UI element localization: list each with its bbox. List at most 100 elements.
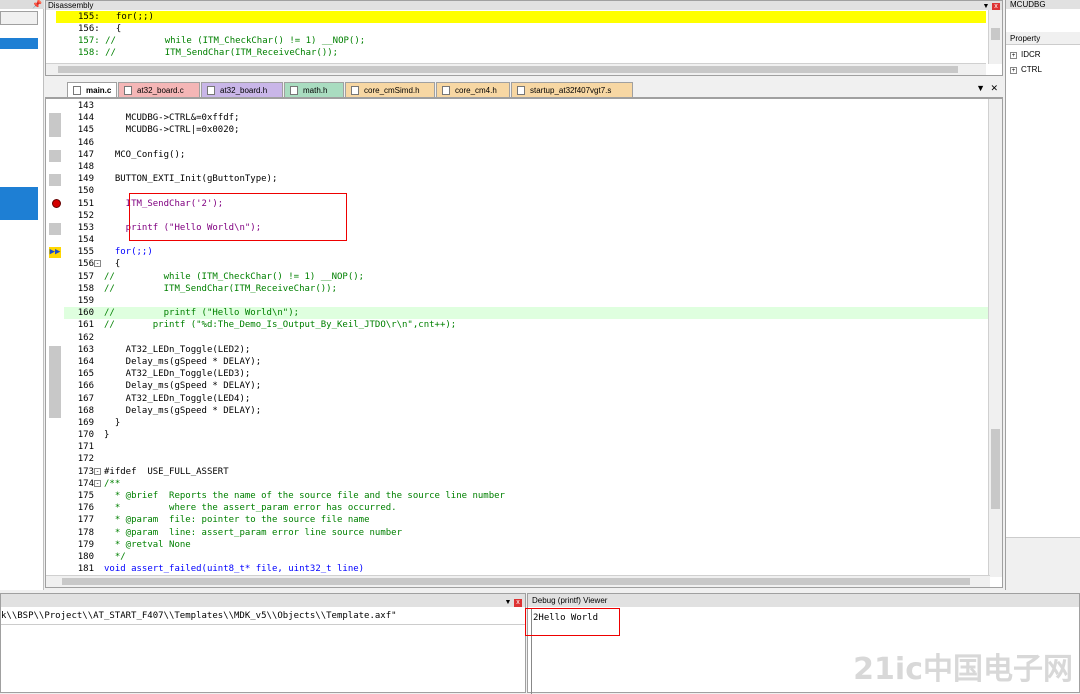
code-text: */	[104, 551, 126, 562]
project-selected-item[interactable]	[0, 38, 38, 49]
code-line[interactable]: 157 // while (ITM_CheckChar() != 1) __NOP…	[64, 271, 989, 283]
code-text: AT32_LEDn_Toggle(LED4);	[104, 393, 251, 404]
expand-icon[interactable]: +	[1010, 67, 1017, 74]
tab-main-c[interactable]: main.c	[67, 82, 117, 97]
watermark-logo: 21ic中国电子网	[853, 652, 1073, 687]
code-line[interactable]: 158 // ITM_SendChar(ITM_ReceiveChar());	[64, 283, 989, 295]
disassembly-line[interactable]: 155: for(;;)	[56, 11, 986, 23]
code-text: // while (ITM_CheckChar() != 1) __NOP();	[104, 271, 365, 282]
pin-icon[interactable]: 📌	[32, 0, 42, 9]
editor-horizontal-scrollbar[interactable]	[46, 575, 990, 587]
editor-vertical-scrollbar[interactable]	[988, 99, 1002, 577]
code-line[interactable]: 162	[64, 332, 989, 344]
project-selected-item-2[interactable]	[0, 187, 38, 220]
disassembly-line[interactable]: 157: // while (ITM_CheckChar() != 1) __N…	[56, 35, 986, 47]
line-number: 148	[77, 161, 94, 172]
disassembly-line[interactable]: 156: {	[56, 23, 986, 35]
code-line[interactable]: 174-/**	[64, 478, 989, 490]
code-line[interactable]: 160 // printf ("Hello World\n");	[64, 307, 989, 320]
code-coverage-marker	[49, 346, 61, 418]
debug-viewer-title: Debug (printf) Viewer	[528, 594, 1079, 607]
line-number: 165	[77, 369, 94, 380]
close-icon[interactable]: x	[514, 599, 522, 607]
line-number: 166	[77, 381, 94, 392]
project-panel-header: 📌	[0, 0, 44, 9]
disassembly-line[interactable]: 158: // ITM_SendChar(ITM_ReceiveChar());	[56, 47, 986, 59]
code-line[interactable]: 144 MCUDBG->CTRL&=0xffdf;	[64, 112, 989, 124]
code-line[interactable]: 146	[64, 137, 989, 149]
disassembly-window: Disassembly ▼ x 155: for(;;) 156: { 157: …	[45, 0, 1003, 76]
project-panel-dropdown[interactable]	[0, 11, 38, 25]
line-number: 180	[77, 551, 94, 562]
pin-icon[interactable]: ▼	[504, 599, 512, 607]
code-line[interactable]: 178 * @param line: assert_param error li…	[64, 527, 989, 539]
code-line[interactable]: 172	[64, 453, 989, 465]
code-line[interactable]: 156- {	[64, 258, 989, 270]
code-line[interactable]: 175 * @brief Reports the name of the sou…	[64, 490, 989, 502]
register-ctrl[interactable]: + CTRL	[1010, 64, 1042, 76]
code-line[interactable]: 166 Delay_ms(gSpeed * DELAY);	[64, 380, 989, 392]
code-text: BUTTON_EXTI_Init(gButtonType);	[104, 174, 278, 185]
code-line[interactable]: 165 AT32_LEDn_Toggle(LED3);	[64, 368, 989, 380]
close-icon[interactable]: ✕	[990, 83, 998, 94]
editor-gutter[interactable]: ▶▶	[46, 99, 62, 587]
code-lines: 143 144 MCUDBG->CTRL&=0xffdf; 145 MCUDBG->…	[64, 100, 989, 575]
expand-icon[interactable]: +	[1010, 52, 1017, 59]
code-text: for(;;)	[104, 247, 153, 258]
code-line[interactable]: 147 MCO_Config();	[64, 149, 989, 161]
code-text: Delay_ms(gSpeed * DELAY);	[104, 381, 262, 392]
code-line[interactable]: 149 BUTTON_EXTI_Init(gButtonType);	[64, 173, 989, 185]
code-line[interactable]: 171	[64, 441, 989, 453]
breakpoint-icon[interactable]	[52, 199, 61, 208]
highlight-annotation-box	[129, 193, 347, 241]
line-number: 143	[77, 101, 94, 111]
line-number: 146	[77, 137, 94, 148]
code-editor[interactable]: ▶▶ 143 144 MCUDBG->CTRL&=0xffdf; 145 MCUDB…	[45, 98, 1003, 588]
code-line[interactable]: 180 */	[64, 551, 989, 563]
disassembly-vertical-scrollbar[interactable]	[988, 10, 1002, 64]
tab-startup-s[interactable]: startup_at32f407vgt7.s	[511, 82, 633, 97]
tab-core-cm4-h[interactable]: core_cm4.h	[436, 82, 510, 97]
code-line[interactable]: 155 for(;;)	[64, 246, 989, 258]
code-line[interactable]: 163 AT32_LEDn_Toggle(LED2);	[64, 344, 989, 356]
project-panel: 📌	[0, 0, 44, 590]
chevron-down-icon[interactable]: ▼	[976, 83, 985, 93]
file-icon	[517, 86, 525, 95]
collapse-icon[interactable]: -	[94, 467, 101, 475]
code-line[interactable]: 177 * @param file: pointer to the source…	[64, 514, 989, 526]
code-text: Delay_ms(gSpeed * DELAY);	[104, 356, 262, 367]
current-execution-arrow-icon: ▶▶	[49, 247, 61, 258]
disassembly-horizontal-scrollbar[interactable]	[46, 63, 986, 75]
code-text: {	[104, 259, 121, 270]
code-line[interactable]: 167 AT32_LEDn_Toggle(LED4);	[64, 393, 989, 405]
tab-at32-board-c[interactable]: at32_board.c	[118, 82, 200, 97]
code-line[interactable]: 164 Delay_ms(gSpeed * DELAY);	[64, 356, 989, 368]
code-line[interactable]: 168 Delay_ms(gSpeed * DELAY);	[64, 405, 989, 417]
disassembly-title: Disassembly	[48, 1, 94, 10]
code-line[interactable]: 143	[64, 100, 989, 112]
command-separator	[1, 624, 525, 625]
collapse-icon[interactable]: -	[94, 260, 101, 268]
tab-core-cmsimd-h[interactable]: core_cmSimd.h	[345, 82, 435, 97]
code-text: // printf ("Hello World\n");	[104, 308, 300, 319]
code-line[interactable]: 179 * @retval None	[64, 539, 989, 551]
code-line[interactable]: 145 MCUDBG->CTRL|=0x0020;	[64, 124, 989, 136]
code-line[interactable]: 159	[64, 295, 989, 307]
register-idcr[interactable]: + IDCR	[1010, 49, 1041, 61]
code-line[interactable]: 161 // printf ("%d:The_Demo_Is_Output_By_…	[64, 319, 989, 331]
disassembly-lines: 155: for(;;) 156: { 157: // while (ITM_C…	[56, 11, 986, 59]
code-line[interactable]: 181 void assert_failed(uint8_t* file, uin…	[64, 563, 989, 575]
code-line[interactable]: 176 * where the assert_param error has o…	[64, 502, 989, 514]
code-line[interactable]: 148	[64, 161, 989, 173]
code-line[interactable]: 170}	[64, 429, 989, 441]
tab-math-h[interactable]: math.h	[284, 82, 344, 97]
property-column-header[interactable]: Property	[1006, 32, 1080, 45]
collapse-icon[interactable]: -	[94, 479, 101, 487]
code-coverage-marker	[49, 223, 61, 235]
command-window: ▼ x k\\BSP\\Project\\AT_START_F407\\Templ…	[0, 593, 526, 693]
code-text: /**	[104, 478, 121, 489]
line-number: 181	[77, 564, 94, 575]
code-line[interactable]: 173- #ifdef USE_FULL_ASSERT	[64, 466, 989, 478]
code-line[interactable]: 169 }	[64, 417, 989, 429]
tab-at32-board-h[interactable]: at32_board.h	[201, 82, 283, 97]
